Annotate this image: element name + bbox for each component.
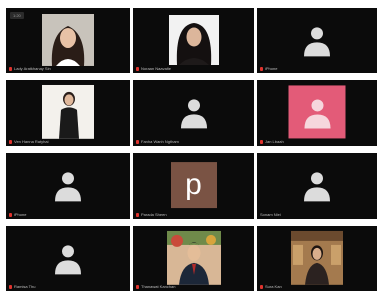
- participant-avatar-pink: [288, 85, 346, 139]
- meeting-timer-badge: 1:20: [10, 12, 24, 19]
- participant-name: Noraan Naavalte: [136, 66, 171, 71]
- participant-tile[interactable]: Jan Lbaah: [257, 80, 377, 146]
- mic-muted-icon: [136, 212, 139, 217]
- participant-letter-avatar: p: [170, 162, 217, 209]
- participant-name: iPhone: [9, 212, 26, 217]
- participant-name: iPhone: [260, 66, 277, 71]
- mic-muted-icon: [136, 139, 139, 144]
- participant-tile[interactable]: Ven Hanna Ratyhai: [6, 80, 130, 146]
- default-avatar-icon: [304, 172, 330, 202]
- mic-muted-icon: [260, 66, 263, 71]
- participant-tile[interactable]: Sonam Nlei: [257, 153, 377, 219]
- default-avatar-icon: [304, 26, 330, 56]
- participant-name: Ven Hanna Ratyhai: [9, 139, 48, 144]
- mic-muted-icon: [9, 284, 12, 289]
- participant-tile[interactable]: iPhone: [6, 153, 130, 219]
- participant-name: Parada Sheen: [136, 212, 167, 217]
- participant-name: Thanawat Kanchan: [136, 284, 175, 289]
- default-avatar-icon: [55, 244, 81, 274]
- participant-photo-woman-long-hair: [42, 13, 94, 66]
- participant-name: Ramisa Thu: [9, 284, 36, 289]
- participant-name: Lady Aratkhanay Sin: [9, 66, 51, 71]
- participant-photo-man-suit: [166, 230, 221, 285]
- default-avatar-icon: [180, 99, 207, 129]
- mic-muted-icon: [136, 66, 139, 71]
- mic-muted-icon: [260, 139, 263, 144]
- mic-muted-icon: [9, 66, 12, 71]
- participant-photo-woman-room: [291, 230, 343, 285]
- default-avatar-icon: [304, 98, 330, 128]
- mic-muted-icon: [9, 139, 12, 144]
- participant-name: Sonam Nlei: [260, 212, 281, 217]
- participant-tile[interactable]: 1:20 Lady Aratkhanay Sin: [6, 8, 130, 73]
- participant-tile[interactable]: Fanha Wanh Ngtham: [133, 80, 254, 146]
- participant-photo-woman-standing: [42, 84, 94, 139]
- participant-tile[interactable]: Sura Kan: [257, 226, 377, 291]
- participant-photo-woman-dark-hair: [168, 14, 219, 65]
- participant-tile[interactable]: p Parada Sheen: [133, 153, 254, 219]
- participant-tile[interactable]: Noraan Naavalte: [133, 8, 254, 73]
- participant-name: Fanha Wanh Ngtham: [136, 139, 179, 144]
- participant-grid: 1:20 Lady Aratkhanay Sin Noraan Naavalte: [6, 8, 377, 291]
- default-avatar-icon: [55, 172, 81, 202]
- video-call-gallery: 1:20 Lady Aratkhanay Sin Noraan Naavalte: [0, 0, 383, 293]
- mic-muted-icon: [9, 212, 12, 217]
- participant-name: Jan Lbaah: [260, 139, 284, 144]
- participant-tile[interactable]: Ramisa Thu: [6, 226, 130, 291]
- participant-name: Sura Kan: [260, 284, 282, 289]
- mic-muted-icon: [260, 284, 263, 289]
- mic-muted-icon: [136, 284, 139, 289]
- participant-tile[interactable]: Thanawat Kanchan: [133, 226, 254, 291]
- participant-tile[interactable]: iPhone: [257, 8, 377, 73]
